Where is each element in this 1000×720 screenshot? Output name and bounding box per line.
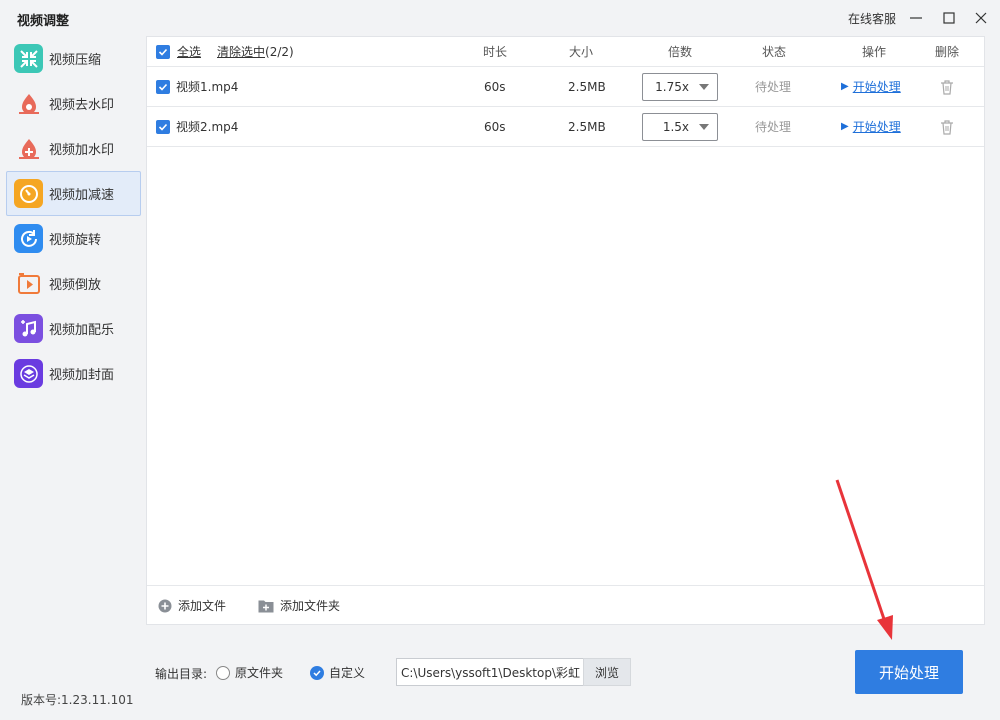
sidebar-item-label: 视频倒放 (49, 278, 102, 293)
sidebar-item-label: 视频加减速 (49, 188, 115, 203)
checkbox-checked-icon (156, 119, 170, 134)
sidebar-item-label: 视频压缩 (49, 53, 102, 68)
speed-value: 1.75x (655, 79, 689, 94)
col-action: 操作 (862, 45, 887, 59)
select-all-checkbox[interactable] (156, 37, 170, 66)
radio-checked-icon (310, 665, 324, 680)
sidebar-item-remove-watermark[interactable]: 视频去水印 (6, 81, 141, 126)
sidebar-item-music[interactable]: 视频加配乐 (6, 306, 141, 351)
trash-icon[interactable] (939, 107, 955, 146)
start-processing-link[interactable]: ▶ 开始处理 (841, 67, 901, 106)
file-name: 视频1.mp4 (176, 80, 239, 94)
radio-custom-folder[interactable]: 自定义 (310, 664, 365, 681)
speed-select[interactable]: 1.5x (642, 107, 718, 146)
sidebar-item-reverse[interactable]: 视频倒放 (6, 261, 141, 306)
trash-icon[interactable] (939, 67, 955, 106)
maximize-icon[interactable] (937, 6, 961, 30)
caret-down-icon (699, 83, 709, 90)
sidebar-item-compress[interactable]: 视频压缩 (6, 36, 141, 81)
watermark-remove-icon (14, 89, 43, 118)
reverse-icon (14, 269, 43, 298)
sidebar-item-speed[interactable]: 视频加减速 (6, 171, 141, 216)
radio-original-folder[interactable]: 原文件夹 (216, 664, 283, 681)
caret-down-icon (699, 123, 709, 130)
file-size: 2.5MB (568, 119, 606, 134)
table-row: 视频1.mp4 60s 2.5MB 1.75x 待处理 ▶ 开始处理 (147, 67, 984, 107)
sidebar-item-label: 视频加水印 (49, 143, 115, 158)
sidebar-item-label: 视频旋转 (49, 233, 102, 248)
sidebar-item-rotate[interactable]: 视频旋转 (6, 216, 141, 261)
output-path-input[interactable]: C:\Users\yssoft1\Desktop\彩虹 (396, 658, 584, 686)
minimize-icon[interactable] (904, 6, 928, 30)
sidebar-item-label: 视频加封面 (49, 368, 115, 383)
start-processing-link[interactable]: ▶ 开始处理 (841, 107, 901, 146)
file-name: 视频2.mp4 (176, 120, 239, 134)
speed-value: 1.5x (662, 119, 689, 134)
browse-button[interactable]: 浏览 (583, 658, 631, 686)
radio-unchecked-icon (216, 665, 230, 680)
speed-select[interactable]: 1.75x (642, 67, 718, 106)
sidebar-item-add-watermark[interactable]: 视频加水印 (6, 126, 141, 171)
selected-count: (2/2) (265, 44, 294, 59)
cover-icon (14, 359, 43, 388)
col-speed: 倍数 (668, 45, 693, 59)
version-label: 版本号:1.23.11.101 (21, 693, 134, 707)
app-title: 视频调整 (17, 14, 70, 29)
annotation-arrow-icon (835, 479, 893, 640)
col-delete: 删除 (935, 45, 960, 59)
play-icon: ▶ (841, 121, 849, 132)
file-duration: 60s (484, 79, 506, 94)
plus-circle-icon (158, 599, 172, 612)
rotate-icon (14, 224, 43, 253)
checkbox-checked-icon (156, 79, 170, 94)
file-status: 待处理 (755, 120, 792, 134)
speed-icon (14, 179, 43, 208)
sidebar: 视频压缩 视频去水印 视频加水印 视频加减速 视频旋转 视频倒放 视频加配乐 视… (6, 36, 141, 396)
music-icon (14, 314, 43, 343)
close-icon[interactable] (969, 6, 993, 30)
table-header: 全选 清除选中 (2/2) 时长 大小 倍数 状态 操作 删除 (147, 37, 984, 67)
sidebar-item-label: 视频加配乐 (49, 323, 115, 338)
file-duration: 60s (484, 119, 506, 134)
online-service-link[interactable]: 在线客服 (848, 10, 896, 27)
table-row: 视频2.mp4 60s 2.5MB 1.5x 待处理 ▶ 开始处理 (147, 107, 984, 147)
row-checkbox[interactable] (156, 67, 170, 106)
compress-icon (14, 44, 43, 73)
title-bar: 视频调整 在线客服 (0, 0, 1000, 36)
file-size: 2.5MB (568, 79, 606, 94)
folder-plus-icon (258, 600, 274, 612)
add-file-button[interactable]: 添加文件 (158, 586, 226, 625)
col-duration: 时长 (483, 45, 508, 59)
add-folder-button[interactable]: 添加文件夹 (258, 586, 340, 625)
play-icon: ▶ (841, 81, 849, 92)
sidebar-item-cover[interactable]: 视频加封面 (6, 351, 141, 396)
row-checkbox[interactable] (156, 107, 170, 146)
col-size: 大小 (569, 45, 594, 59)
sidebar-item-label: 视频去水印 (49, 98, 115, 113)
file-status: 待处理 (755, 80, 792, 94)
watermark-add-icon (14, 134, 43, 163)
checkbox-checked-icon (156, 44, 170, 59)
clear-selected-link[interactable]: 清除选中 (2/2) (217, 37, 294, 66)
output-dir-label: 输出目录: (155, 667, 208, 681)
col-status: 状态 (762, 45, 787, 59)
select-all-link[interactable]: 全选 (177, 37, 201, 66)
start-processing-button[interactable]: 开始处理 (855, 650, 963, 694)
